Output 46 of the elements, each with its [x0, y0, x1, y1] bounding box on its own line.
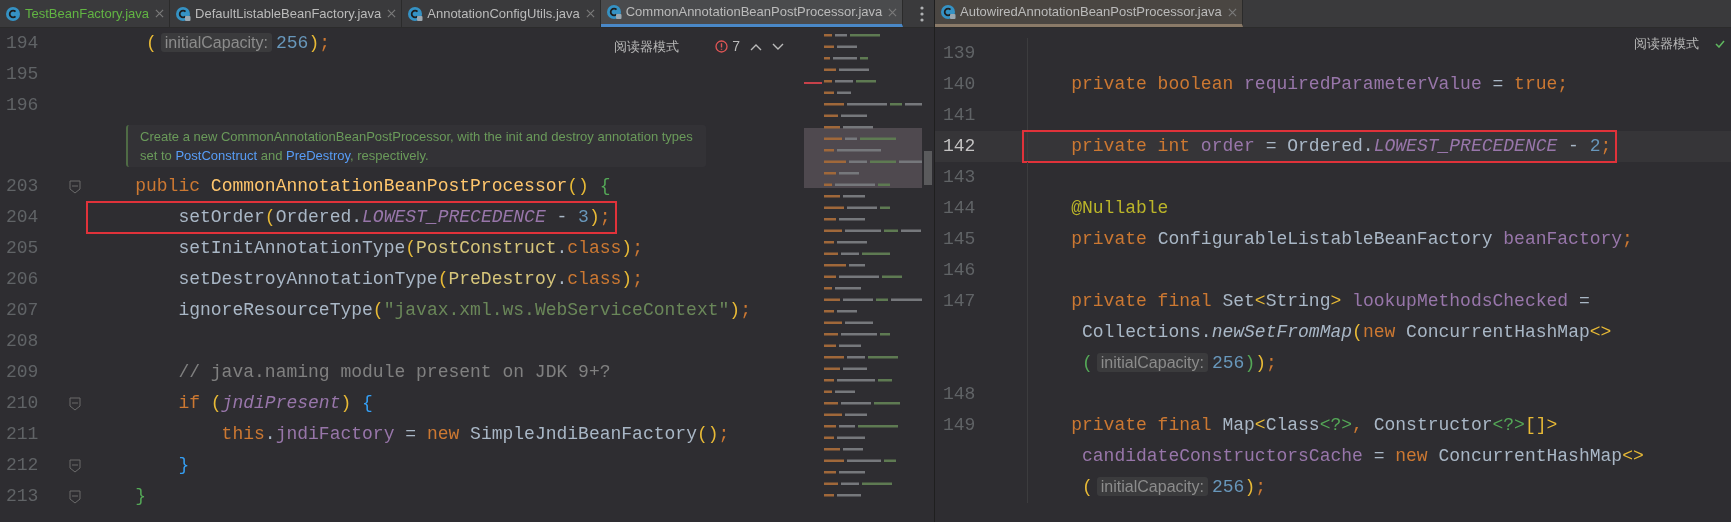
- code-line: // java.naming module present on JDK 9+?: [177, 361, 612, 384]
- close-icon[interactable]: [155, 9, 165, 18]
- scrollbar-thumb[interactable]: [924, 151, 932, 185]
- code-line: ( initialCapacity: 256);: [1081, 476, 1267, 499]
- error-count[interactable]: 7: [715, 36, 740, 57]
- reader-mode-link[interactable]: 阅读器模式: [614, 36, 680, 57]
- code-line: candidateConstructorsCache = new ConcurrentHashMap<>: [1081, 445, 1645, 468]
- code-line: setDestroyAnnotationType(PreDestroy.class);: [177, 268, 644, 291]
- fold-marker-icon[interactable]: [69, 179, 81, 194]
- close-icon[interactable]: [585, 9, 595, 18]
- code-line: private boolean requiredParameterValue = true;: [1070, 73, 1570, 96]
- class-file-icon: [175, 5, 192, 22]
- close-icon[interactable]: [1227, 7, 1237, 17]
- chevron-down-icon[interactable]: [772, 42, 784, 51]
- code-line: ( initialCapacity: 256);: [145, 32, 331, 55]
- error-count-text: 7: [732, 37, 740, 56]
- code-line: public CommonAnnotationBeanPostProcessor() {: [134, 175, 612, 198]
- line-number: 142: [942, 135, 977, 158]
- editor-tab[interactable]: AutowiredAnnotationBeanPostProcessor.java: [935, 0, 1243, 27]
- chevron-up-icon[interactable]: [750, 42, 762, 51]
- code-line: ( initialCapacity: 256));: [1081, 352, 1278, 375]
- close-icon[interactable]: [888, 7, 898, 17]
- fold-marker-icon[interactable]: [69, 489, 81, 504]
- code-line: this.jndiFactory = new SimpleJndiBeanFactory();: [220, 423, 731, 446]
- doc-comment: Create a new CommonAnnotationBeanPostProcessor, with the init and destroy annotation types set to PostConstruct and PreDestroy, respectively.: [126, 125, 706, 167]
- code-line: @Nullable: [1070, 197, 1170, 220]
- fold-marker-icon[interactable]: [69, 458, 81, 473]
- code-line: }: [134, 485, 147, 508]
- code-line: private final Map<Class<?>, Constructor<?>[]>: [1070, 414, 1559, 437]
- class-file-icon: [407, 5, 424, 22]
- code-line: Collections.newSetFromMap(new ConcurrentHashMap<>: [1081, 321, 1613, 344]
- code-line: }: [177, 454, 191, 477]
- editor-tab[interactable]: CommonAnnotationBeanPostProcessor.java: [600, 0, 904, 27]
- class-file-icon: [940, 4, 956, 20]
- code-line: if (jndiPresent) {: [177, 392, 374, 415]
- code-line: setInitAnnotationType(PostConstruct.class);: [177, 237, 644, 260]
- fold-marker-icon[interactable]: [69, 396, 81, 411]
- code-line: private ConfigurableListableBeanFactory beanFactory;: [1070, 228, 1634, 251]
- close-icon[interactable]: [387, 9, 397, 18]
- code-line: private final Set<String> lookupMethodsChecked =: [1070, 290, 1591, 313]
- check-icon: [1715, 39, 1725, 48]
- error-icon: [715, 40, 729, 53]
- reader-mode-link[interactable]: 阅读器模式: [1634, 34, 1699, 54]
- class-file-icon: [605, 4, 622, 20]
- code-line: ignoreResourceType("javax.xml.ws.WebServiceContext");: [177, 299, 752, 322]
- class-file-icon: [5, 5, 21, 22]
